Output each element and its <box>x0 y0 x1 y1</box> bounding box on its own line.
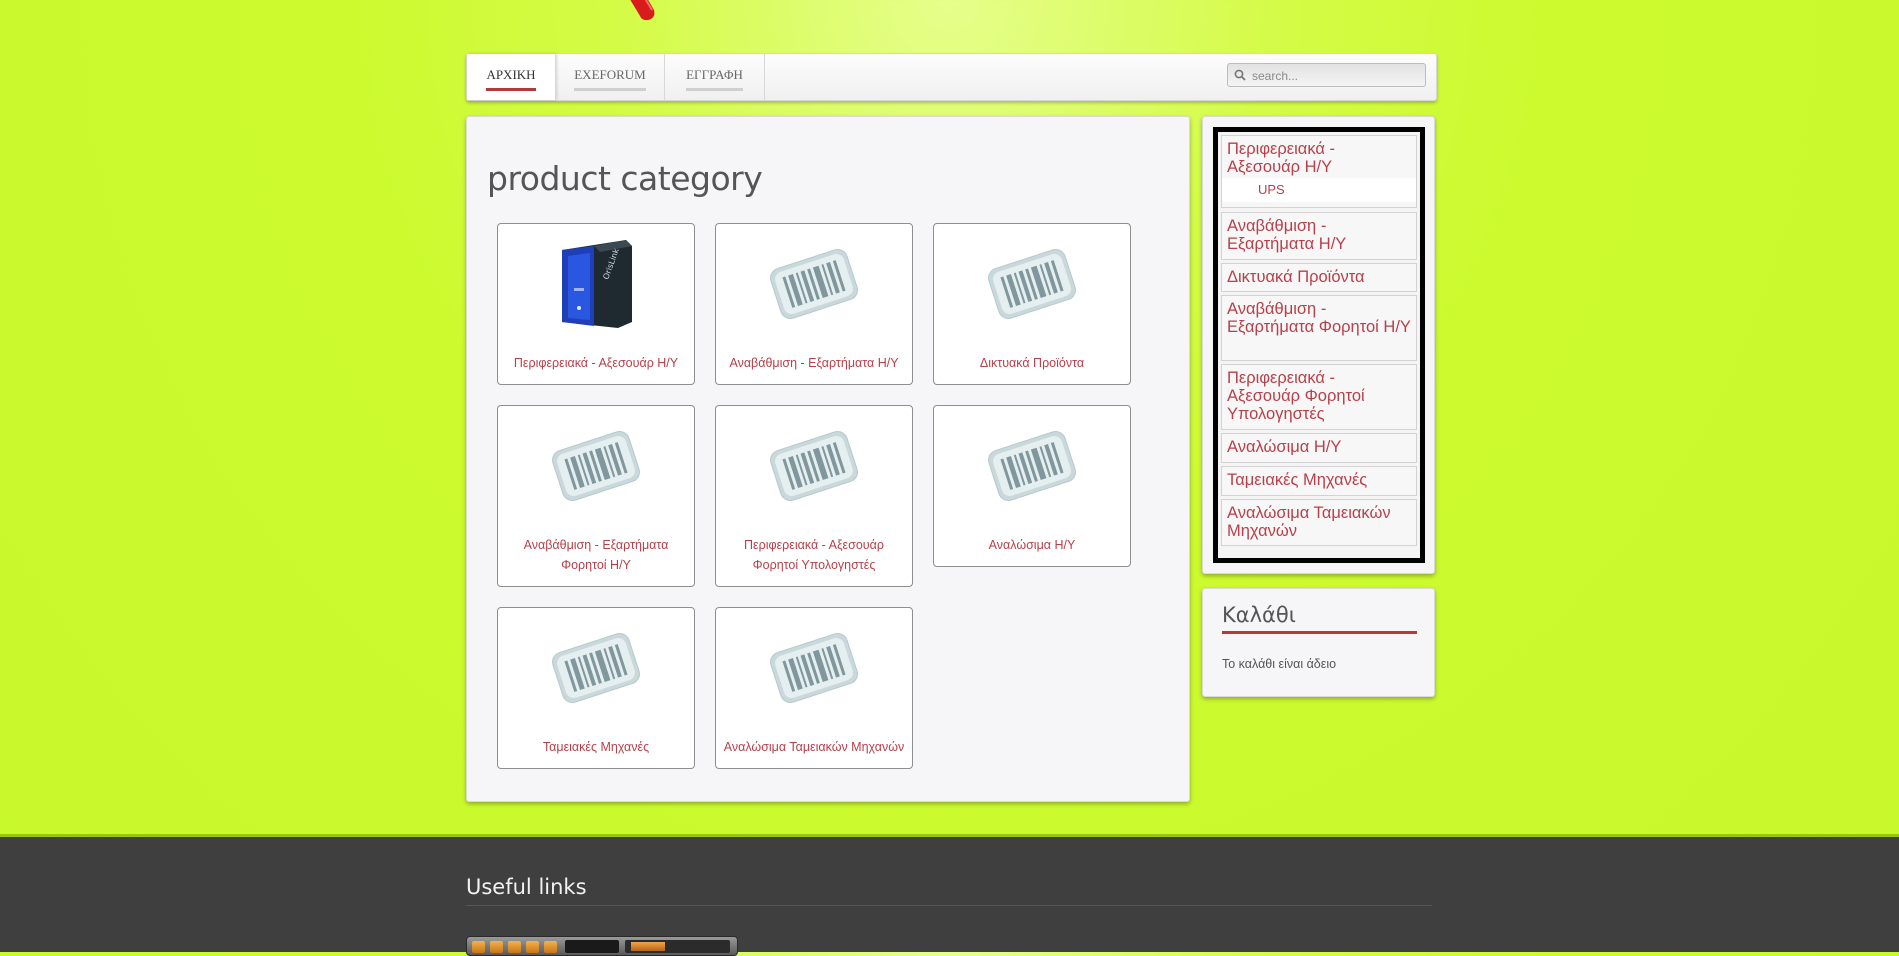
sidebar-item-label: Δικτυακά Προϊόντα <box>1227 268 1365 286</box>
sidebar-item-network[interactable]: Δικτυακά Προϊόντα <box>1221 263 1417 292</box>
category-card-peripherals[interactable]: OrisLink Περιφερειακά - Αξεσουάρ Η/Υ <box>497 223 695 385</box>
cart-widget: Καλάθι Το καλάθι είναι άδειο <box>1202 588 1435 697</box>
category-card-label: Αναλώσιμα Η/Υ <box>988 538 1076 552</box>
main-content-panel: product category OrisLink Περιφερειακά -… <box>466 116 1190 802</box>
sidebar-item-label: Αναλώσιμα Η/Υ <box>1227 438 1342 456</box>
category-card-laptop-upgrade[interactable]: Αναβάθμιση - Εξαρτήματα Φορητοί Η/Υ <box>497 405 695 587</box>
category-card-label: Δικτυακά Προϊόντα <box>979 356 1085 370</box>
logo-fragment <box>630 0 655 21</box>
player-pause-button[interactable] <box>508 941 521 953</box>
barcode-icon <box>552 633 640 703</box>
category-card-label: Αναβάθμιση - Εξαρτήματα Η/Υ <box>729 356 899 370</box>
category-card-network[interactable]: Δικτυακά Προϊόντα <box>933 223 1131 385</box>
search-icon <box>1234 69 1246 81</box>
cart-empty-message: Το καλάθι είναι άδειο <box>1222 657 1337 671</box>
sidebar-subitem-ups[interactable]: UPS <box>1222 178 1416 202</box>
top-navigation: ΑΡΧΙΚΗ EXEFORUM ΕΓΓΡΑΦΗ <box>466 53 1437 101</box>
footer: Useful links <box>0 834 1899 956</box>
category-card-register-consumables[interactable]: Αναλώσιμα Ταμειακών Μηχανών <box>715 607 913 769</box>
category-menu: Περιφερειακά - Αξεσουάρ Η/Υ UPS Αναβάθμι… <box>1213 127 1425 563</box>
cart-title: Καλάθι <box>1222 603 1417 634</box>
sidebar-item-label: Αναβάθμιση - Εξαρτήματα Η/Υ <box>1227 217 1347 253</box>
sidebar-item-label: Αναβάθμιση - Εξαρτήματα Φορητοί Η/Υ <box>1227 300 1411 336</box>
category-card-label: Περιφερειακά - Αξεσουάρ Η/Υ <box>513 356 679 370</box>
tab-home-label: ΑΡΧΙΚΗ <box>486 67 536 91</box>
sidebar-item-label: Ταμειακές Μηχανές <box>1227 471 1368 489</box>
tab-home[interactable]: ΑΡΧΙΚΗ <box>467 54 556 100</box>
barcode-icon <box>770 431 858 501</box>
category-sidebar: Περιφερειακά - Αξεσουάρ Η/Υ UPS Αναβάθμι… <box>1202 116 1435 574</box>
barcode-icon <box>552 431 640 501</box>
sidebar-subitem-label: UPS <box>1258 182 1285 197</box>
category-card-laptop-peripherals[interactable]: Περιφερειακά - Αξεσουάρ Φορητοί Υπολογησ… <box>715 405 913 587</box>
search-box <box>1227 63 1426 87</box>
category-card-label: Ταμειακές Μηχανές <box>542 740 650 754</box>
tab-register-label: ΕΓΓΡΑΦΗ <box>686 67 743 91</box>
sidebar-item-label: Αναλώσιμα Ταμειακών Μηχανών <box>1227 504 1391 540</box>
search-input[interactable] <box>1250 66 1424 86</box>
player-play-button[interactable] <box>490 941 503 953</box>
media-player-widget <box>466 936 738 956</box>
player-next-button[interactable] <box>544 941 557 953</box>
player-display <box>565 940 619 953</box>
sidebar-item-laptop-peripherals[interactable]: Περιφερειακά - Αξεσουάρ Φορητοί Υπολογησ… <box>1221 364 1417 430</box>
category-card-pc-upgrade[interactable]: Αναβάθμιση - Εξαρτήματα Η/Υ <box>715 223 913 385</box>
sidebar-item-label: Περιφερειακά - Αξεσουάρ Φορητοί Υπολογησ… <box>1227 369 1365 423</box>
footer-title: Useful links <box>466 875 1432 906</box>
tab-register[interactable]: ΕΓΓΡΑΦΗ <box>665 54 765 100</box>
tab-exeforum-label: EXEFORUM <box>574 67 646 91</box>
sidebar-item-cash-registers[interactable]: Ταμειακές Μηχανές <box>1221 466 1417 496</box>
sidebar-item-pc-upgrade[interactable]: Αναβάθμιση - Εξαρτήματα Η/Υ <box>1221 212 1417 260</box>
player-prev-button[interactable] <box>472 941 485 953</box>
category-card-consumables[interactable]: Αναλώσιμα Η/Υ <box>933 405 1131 567</box>
sidebar-item-laptop-upgrade[interactable]: Αναβάθμιση - Εξαρτήματα Φορητοί Η/Υ <box>1221 295 1417 361</box>
barcode-icon <box>988 249 1076 319</box>
category-card-cash-registers[interactable]: Ταμειακές Μηχανές <box>497 607 695 769</box>
player-stop-button[interactable] <box>526 941 539 953</box>
player-volume-slider[interactable] <box>625 940 730 953</box>
barcode-icon <box>770 633 858 703</box>
tab-exeforum[interactable]: EXEFORUM <box>556 54 665 100</box>
page-title: product category <box>487 159 763 198</box>
barcode-icon <box>988 431 1076 501</box>
category-card-label: Αναλώσιμα Ταμειακών Μηχανών <box>723 740 905 754</box>
sidebar-item-register-consumables[interactable]: Αναλώσιμα Ταμειακών Μηχανών <box>1221 499 1417 546</box>
barcode-icon <box>770 249 858 319</box>
category-card-label: Αναβάθμιση - Εξαρτήματα Φορητοί Η/Υ <box>523 538 669 572</box>
category-card-label: Περιφερειακά - Αξεσουάρ Φορητοί Υπολογησ… <box>744 538 884 572</box>
sidebar-item-consumables[interactable]: Αναλώσιμα Η/Υ <box>1221 433 1417 463</box>
ups-product-icon: OrisLink <box>562 240 632 328</box>
sidebar-item-label: Περιφερειακά - Αξεσουάρ Η/Υ <box>1227 140 1335 176</box>
